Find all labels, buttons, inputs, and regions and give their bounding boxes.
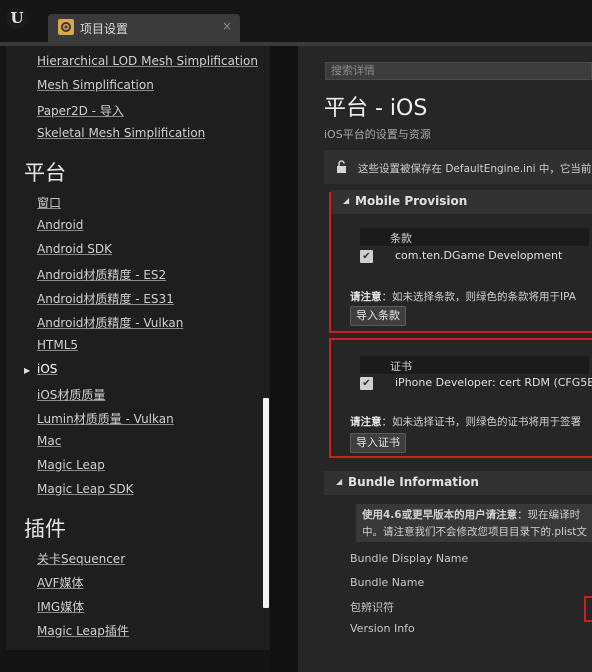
- prop-version-info: Version Info: [350, 622, 415, 635]
- title-bar: U 项目设置 ×: [0, 0, 592, 46]
- section-heading-plugins: 插件: [24, 517, 66, 541]
- sidebar-item-ios-material-quality[interactable]: iOS材质质量: [37, 386, 105, 403]
- prop-bundle-display-name: Bundle Display Name: [350, 552, 469, 565]
- sidebar-item-mesh-simplification[interactable]: Mesh Simplification: [37, 78, 154, 92]
- bundle-note-text: ：现在编译时: [517, 509, 581, 521]
- search-input[interactable]: 搜索详情: [325, 62, 592, 80]
- page-title: 平台 - iOS: [324, 96, 428, 121]
- bundle-note: 使用4.6或更早版本的用户请注意：现在编译时 中。请注意我们不会修改您项目目录下…: [356, 504, 592, 542]
- warning-text: ：如未选择证书，则绿色的证书将用于签署: [381, 416, 582, 428]
- checkmark-icon[interactable]: ✔: [360, 377, 373, 390]
- selected-arrow-icon: ▶: [24, 366, 31, 375]
- collapse-triangle-icon: ◢: [336, 477, 343, 486]
- tab-project-settings[interactable]: 项目设置 ×: [48, 14, 240, 42]
- settings-sidebar: Hierarchical LOD Mesh Simplification Mes…: [6, 46, 270, 650]
- column-header-provision: 条款: [390, 232, 412, 245]
- panel-splitter[interactable]: [270, 46, 298, 672]
- sidebar-item-magic-leap-sdk[interactable]: Magic Leap SDK: [37, 482, 133, 496]
- sidebar-scrollbar[interactable]: [263, 398, 269, 608]
- sidebar-item-windows[interactable]: 窗口: [37, 194, 61, 211]
- sidebar-item-paper2d-import[interactable]: Paper2D - 导入: [37, 102, 124, 119]
- unlock-icon: [337, 160, 346, 173]
- gear-icon: [58, 19, 74, 35]
- collapse-triangle-icon: ◢: [343, 196, 350, 205]
- category-title: Mobile Provision: [355, 194, 468, 208]
- sidebar-item-hlod-simplification[interactable]: Hierarchical LOD Mesh Simplification: [37, 54, 258, 68]
- sidebar-item-lumin-material-vulkan[interactable]: Lumin材质质量 - Vulkan: [37, 410, 174, 427]
- sidebar-item-img-media[interactable]: IMG媒体: [37, 598, 84, 615]
- notice-text: 这些设置被保存在 DefaultEngine.ini 中，它当前: [358, 163, 592, 175]
- sidebar-item-ios[interactable]: iOS: [37, 362, 57, 376]
- certificate-list-header: 证书: [360, 356, 589, 374]
- category-mobile-provision[interactable]: ◢ Mobile Provision: [331, 190, 592, 214]
- import-certificate-button[interactable]: 导入证书: [350, 433, 406, 453]
- warning-label: 请注意: [350, 291, 382, 303]
- warning-text: ：如未选择条款，则绿色的条款将用于IPA: [381, 291, 576, 303]
- bottom-strip: [0, 650, 270, 672]
- sidebar-item-magic-leap-plugin[interactable]: Magic Leap插件: [37, 622, 129, 639]
- checkmark-icon[interactable]: ✔: [360, 250, 373, 263]
- provision-row[interactable]: ✔ com.ten.DGame Development: [332, 246, 592, 266]
- unreal-logo-icon: U: [6, 7, 28, 29]
- certificate-row[interactable]: ✔ iPhone Developer: cert RDM (CFG5EW: [332, 373, 592, 393]
- bundle-note-line-2: 中。请注意我们不会修改您项目目录下的.plist文: [362, 526, 587, 538]
- identifier-highlight-box: [584, 596, 592, 622]
- category-bundle-information[interactable]: ◢ Bundle Information: [324, 471, 592, 495]
- warning-label: 请注意: [350, 416, 382, 428]
- sidebar-item-avf-media[interactable]: AVF媒体: [37, 574, 84, 591]
- section-heading-platform: 平台: [24, 161, 66, 185]
- config-notice: 这些设置被保存在 DefaultEngine.ini 中，它当前: [324, 150, 592, 184]
- certificate-warning: 请注意：如未选择证书，则绿色的证书将用于签署: [350, 414, 581, 429]
- sidebar-item-android-sdk[interactable]: Android SDK: [37, 242, 112, 256]
- import-provision-button[interactable]: 导入条款: [350, 306, 406, 326]
- page-subtitle: iOS平台的设置与资源: [324, 128, 431, 141]
- tab-label: 项目设置: [80, 22, 129, 36]
- provision-list-header: 条款: [360, 228, 589, 246]
- sidebar-item-android-material-es2[interactable]: Android材质精度 - ES2: [37, 266, 166, 283]
- column-header-certificate: 证书: [390, 360, 412, 373]
- details-panel: 搜索详情 平台 - iOS iOS平台的设置与资源 这些设置被保存在 Defau…: [298, 46, 592, 672]
- sidebar-item-mac[interactable]: Mac: [37, 434, 61, 448]
- sidebar-item-skeletal-mesh-simplification[interactable]: Skeletal Mesh Simplification: [37, 126, 205, 140]
- certificate-name: iPhone Developer: cert RDM (CFG5EW: [395, 376, 592, 389]
- sidebar-item-html5[interactable]: HTML5: [37, 338, 78, 352]
- provision-name: com.ten.DGame Development: [395, 249, 563, 262]
- sidebar-item-android[interactable]: Android: [37, 218, 83, 232]
- category-title: Bundle Information: [348, 475, 479, 489]
- prop-bundle-identifier: 包辨识符: [350, 601, 394, 614]
- sidebar-item-level-sequencer[interactable]: 关卡Sequencer: [37, 550, 125, 567]
- close-icon[interactable]: ×: [222, 19, 232, 33]
- provision-warning: 请注意：如未选择条款，则绿色的条款将用于IPA: [350, 289, 576, 304]
- sidebar-item-magic-leap[interactable]: Magic Leap: [37, 458, 105, 472]
- bundle-note-line-1: 使用4.6或更早版本的用户请注意：现在编译时: [362, 507, 580, 522]
- sidebar-item-android-material-es31[interactable]: Android材质精度 - ES31: [37, 290, 174, 307]
- sidebar-item-android-material-vulkan[interactable]: Android材质精度 - Vulkan: [37, 314, 183, 331]
- bundle-note-label: 使用4.6或更早版本的用户请注意: [362, 509, 518, 521]
- prop-bundle-name: Bundle Name: [350, 576, 425, 589]
